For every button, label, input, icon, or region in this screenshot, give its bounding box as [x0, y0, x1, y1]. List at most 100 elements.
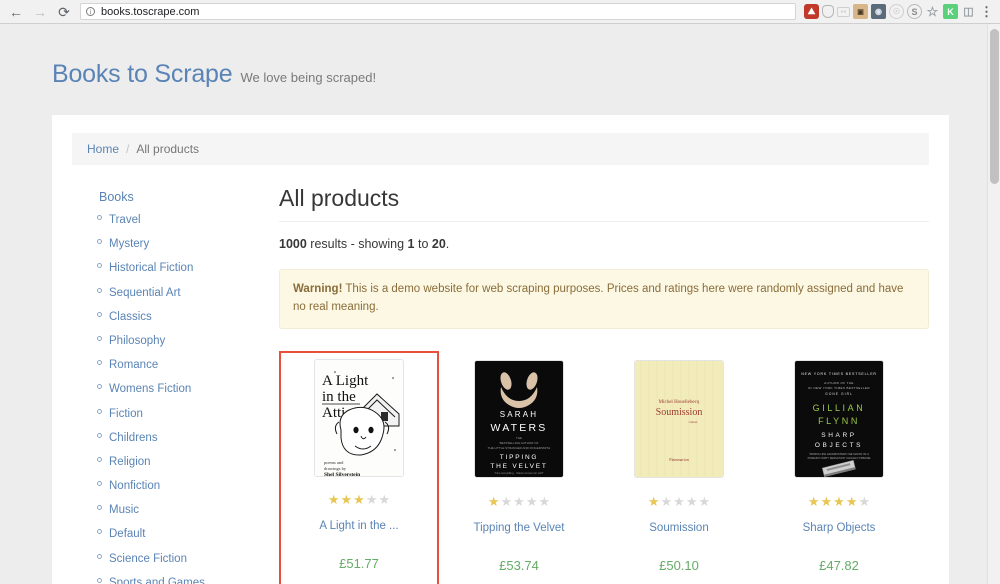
shield-privacy-icon[interactable]: [822, 5, 834, 18]
product-card[interactable]: A Light in the Attic poems and drawings …: [279, 350, 439, 584]
star-empty-icon: ★: [513, 493, 525, 509]
sidebar-item-classics[interactable]: Classics: [97, 307, 250, 325]
product-card[interactable]: SARAH WATERS THE BESTSELLING AUTHOR OF T…: [439, 351, 599, 584]
star-empty-icon: ★: [698, 493, 711, 509]
cast-icon[interactable]: ◫: [961, 4, 976, 19]
svg-text:Flammarion: Flammarion: [669, 457, 689, 462]
product-card[interactable]: Michel Houellebecq Soumission roman Flam…: [599, 351, 759, 584]
svg-text:BESTSELLING AUTHOR OF: BESTSELLING AUTHOR OF: [500, 441, 539, 445]
sidebar: Books Travel Mystery Historical Fiction Seq…: [72, 185, 262, 584]
star-filled-icon: ★: [833, 493, 845, 509]
site-header: Books to Scrape We love being scraped!: [0, 24, 987, 89]
star-rating: ★ ★ ★ ★ ★: [648, 495, 710, 508]
sidebar-item-childrens[interactable]: Childrens: [97, 428, 250, 446]
product-thumbnail-link[interactable]: NEW YORK TIMES BESTSELLER AUTHOR OF THE …: [790, 359, 888, 479]
forward-button[interactable]: →: [30, 2, 50, 22]
star-filled-icon: ★: [807, 493, 820, 509]
sidebar-item-label[interactable]: Nonfiction: [109, 480, 160, 492]
sidebar-item-label[interactable]: Womens Fiction: [109, 383, 191, 395]
product-price: £50.10: [659, 557, 699, 573]
address-bar[interactable]: i books.toscrape.com: [80, 3, 796, 20]
sidebar-item-sports-and-games[interactable]: Sports and Games: [97, 573, 250, 584]
product-thumbnail-link[interactable]: A Light in the Attic poems and drawings …: [310, 358, 408, 477]
screenshot-camera-icon[interactable]: ◉: [871, 4, 886, 19]
product-price: £47.82: [819, 557, 859, 573]
page-title: All products: [279, 185, 929, 222]
scrollbar-thumb[interactable]: [990, 29, 999, 184]
sidebar-item-nonfiction[interactable]: Nonfiction: [97, 476, 250, 494]
sidebar-item-label[interactable]: Romance: [109, 359, 158, 371]
product-grid: A Light in the Attic poems and drawings …: [279, 350, 929, 584]
sidebar-item-sequential-art[interactable]: Sequential Art: [97, 283, 250, 301]
svg-text:SARAH: SARAH: [500, 410, 539, 419]
result-count: 1000 results - showing 1 to 20.: [279, 237, 929, 251]
sidebar-item-fiction[interactable]: Fiction: [97, 404, 250, 422]
product-title-link[interactable]: Tipping the Velvet: [474, 521, 565, 536]
extension-tray: ⛰ ●● ▣ ◉ ☉ S ☆ K ◫ ⋮: [804, 4, 994, 19]
main-column: All products 1000 results - showing 1 to…: [262, 185, 929, 584]
site-info-icon[interactable]: i: [86, 7, 95, 16]
book-cover-image: SARAH WATERS THE BESTSELLING AUTHOR OF T…: [474, 359, 564, 478]
svg-text:Shel Silverstein: Shel Silverstein: [324, 472, 360, 476]
robot-icon[interactable]: ▣: [853, 4, 868, 19]
bookmark-star-icon[interactable]: ☆: [925, 4, 940, 19]
star-filled-icon: ★: [327, 491, 340, 507]
sidebar-item-music[interactable]: Music: [97, 500, 250, 518]
kami-extension-icon[interactable]: K: [943, 4, 958, 19]
speech-bubble-icon[interactable]: ●●: [837, 6, 850, 17]
sidebar-item-label[interactable]: Childrens: [109, 432, 158, 444]
breadcrumb-home-link[interactable]: Home: [87, 142, 119, 156]
chrome-menu-icon[interactable]: ⋮: [979, 4, 994, 19]
product-price: £51.77: [339, 555, 379, 571]
product-title-link[interactable]: A Light in the ...: [319, 519, 398, 534]
ublock-origin-icon[interactable]: ⛰: [804, 4, 819, 19]
svg-text:OBJECTS: OBJECTS: [815, 442, 863, 449]
sidebar-item-label[interactable]: Default: [109, 528, 145, 540]
result-from: 1: [407, 237, 415, 251]
sidebar-item-womens-fiction[interactable]: Womens Fiction: [97, 379, 250, 397]
back-button[interactable]: ←: [6, 2, 26, 22]
sidebar-item-travel[interactable]: Travel: [97, 210, 250, 228]
sidebar-item-science-fiction[interactable]: Science Fiction: [97, 549, 250, 567]
breadcrumb-separator: /: [126, 142, 130, 156]
sidebar-item-default[interactable]: Default: [97, 524, 250, 542]
product-card[interactable]: NEW YORK TIMES BESTSELLER AUTHOR OF THE …: [759, 351, 919, 584]
sidebar-item-romance[interactable]: Romance: [97, 355, 250, 373]
sidebar-item-label[interactable]: Classics: [109, 311, 152, 323]
product-title-link[interactable]: Soumission: [649, 521, 708, 536]
reload-button[interactable]: ⟳: [54, 2, 74, 22]
skype-icon[interactable]: S: [907, 4, 922, 19]
svg-text:THE LITTLE STRANGER AND FINGER: THE LITTLE STRANGER AND FINGERSMITH: [488, 446, 551, 450]
sidebar-item-label[interactable]: Travel: [109, 214, 141, 226]
site-brand-link[interactable]: Books to Scrape: [52, 60, 233, 89]
sidebar-item-religion[interactable]: Religion: [97, 452, 250, 470]
product-thumbnail-link[interactable]: SARAH WATERS THE BESTSELLING AUTHOR OF T…: [470, 359, 568, 479]
book-cover-image: A Light in the Attic poems and drawings …: [314, 358, 404, 477]
sidebar-item-label[interactable]: Sports and Games: [109, 577, 205, 584]
product-title-link[interactable]: Sharp Objects: [803, 521, 876, 536]
svg-text:SHARP: SHARP: [821, 432, 856, 439]
sidebar-item-label[interactable]: Music: [109, 504, 139, 516]
svg-text:Michel Houellebecq: Michel Houellebecq: [659, 400, 700, 405]
sidebar-item-historical-fiction[interactable]: Historical Fiction: [97, 258, 250, 276]
sidebar-item-label[interactable]: Mystery: [109, 238, 149, 250]
sidebar-item-label[interactable]: Sequential Art: [109, 287, 181, 299]
sidebar-item-mystery[interactable]: Mystery: [97, 234, 250, 252]
star-empty-icon: ★: [685, 493, 698, 509]
product-thumbnail-link[interactable]: Michel Houellebecq Soumission roman Flam…: [630, 359, 728, 479]
page-columns: Books Travel Mystery Historical Fiction Seq…: [72, 185, 929, 584]
warning-label: Warning!: [293, 283, 343, 295]
page-scrollbar[interactable]: [987, 24, 1000, 584]
sidebar-item-label[interactable]: Science Fiction: [109, 553, 187, 565]
sidebar-category-list: Travel Mystery Historical Fiction Sequentia…: [72, 210, 250, 584]
sidebar-item-label[interactable]: Philosophy: [109, 335, 165, 347]
sidebar-item-label[interactable]: Fiction: [109, 408, 143, 420]
sidebar-item-philosophy[interactable]: Philosophy: [97, 331, 250, 349]
sidebar-item-label[interactable]: Religion: [109, 456, 151, 468]
address-bar-url: books.toscrape.com: [101, 5, 200, 18]
svg-text:"Fine storytelling... Waters k: "Fine storytelling... Waters knows her s…: [494, 471, 543, 475]
sidebar-title: Books: [99, 190, 134, 204]
sidebar-item-label[interactable]: Historical Fiction: [109, 262, 193, 274]
star-rating: ★ ★ ★ ★ ★: [808, 495, 870, 508]
profile-avatar-icon[interactable]: ☉: [889, 4, 904, 19]
